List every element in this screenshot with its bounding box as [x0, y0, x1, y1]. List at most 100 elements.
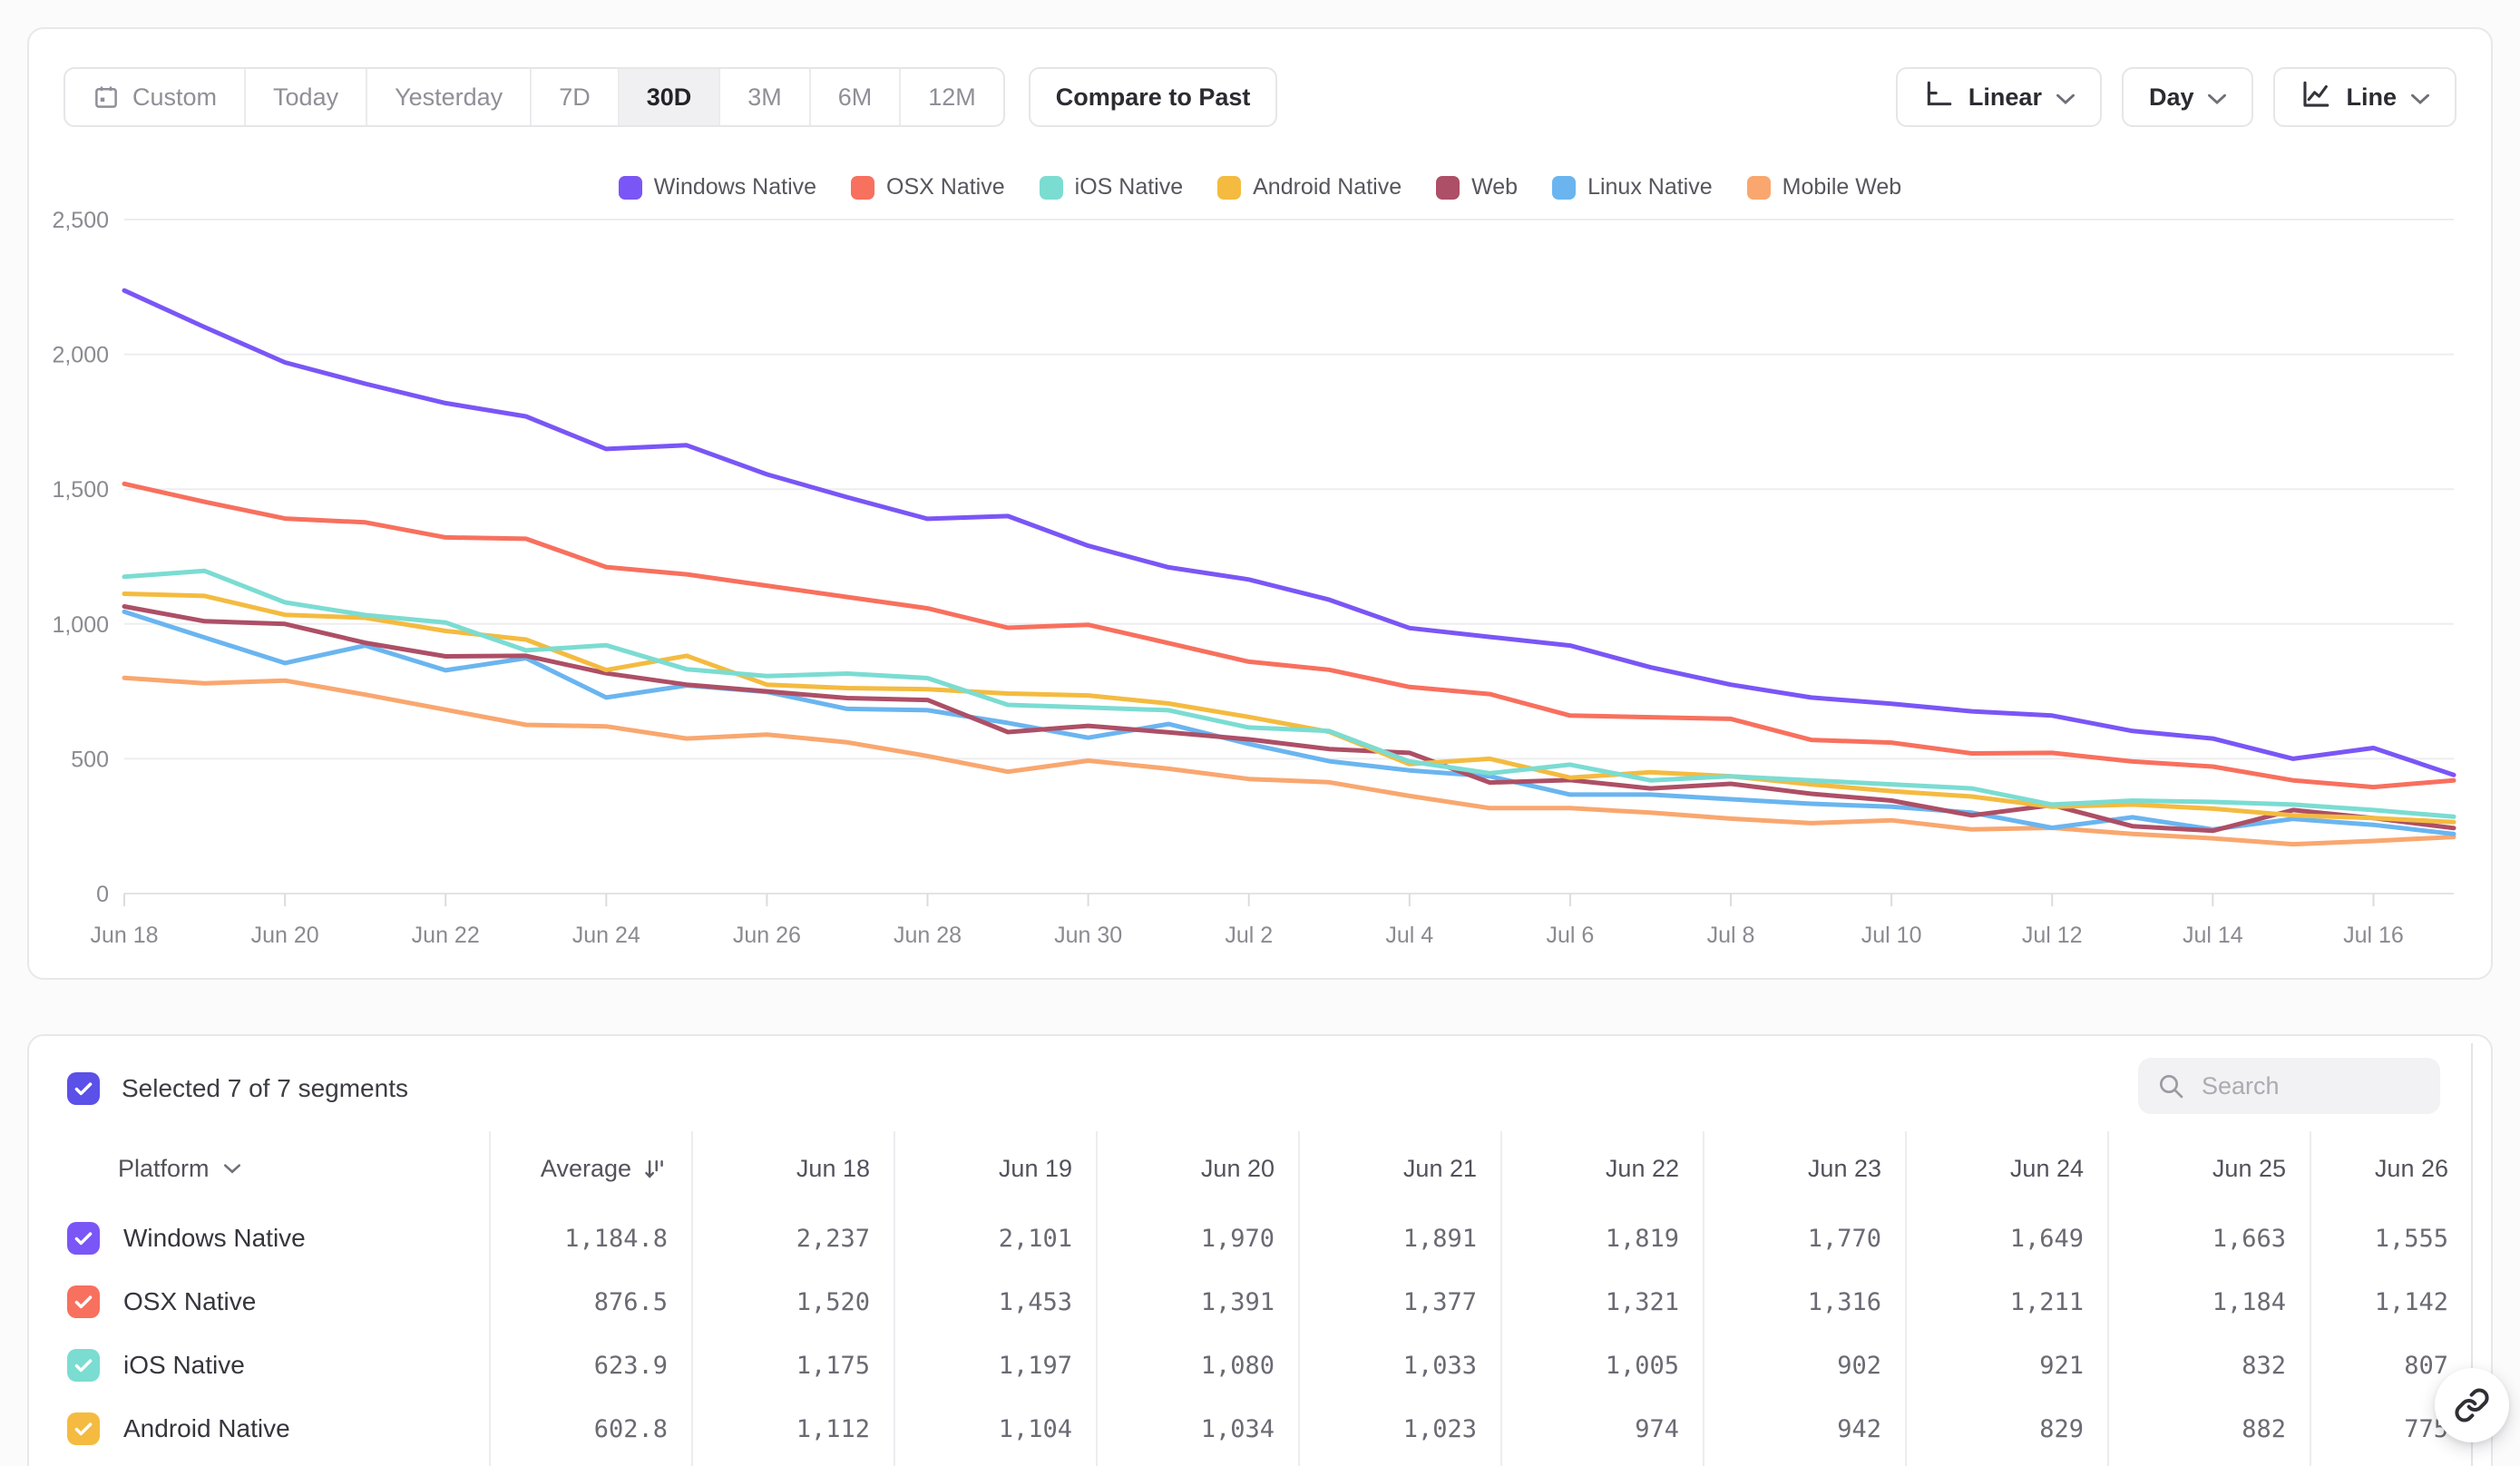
line-chart: 0 500 1,000 1,500 2,000 2,500 Jun 18 Jun 20 Jun … [29, 29, 2495, 982]
value-cell: 1,391 [1096, 1288, 1298, 1316]
column-divider [2310, 1131, 2311, 1466]
table-row-ios-native: iOS Native623.91,1751,1971,0801,0331,005… [29, 1334, 2491, 1397]
x-axis-label: Jun 28 [894, 923, 962, 948]
x-axis-label: Jul 2 [1225, 923, 1273, 948]
check-icon [72, 1290, 95, 1314]
column-divider [691, 1131, 693, 1466]
x-axis-label: Jun 20 [251, 923, 319, 948]
value-cell: 1,649 [1905, 1225, 2107, 1253]
value-cell: 832 [2107, 1352, 2310, 1380]
value-cell: 1,453 [894, 1288, 1096, 1316]
analytics-dashboard: CustomTodayYesterday7D30D3M6M12M Compare… [0, 0, 2520, 1466]
value-cell: 1,377 [1298, 1288, 1500, 1316]
column-header-jun-18[interactable]: Jun 18 [691, 1155, 894, 1183]
value-cell: 829 [1905, 1415, 2107, 1443]
value-cell: 807 [2310, 1352, 2472, 1380]
column-divider [1703, 1131, 1704, 1466]
x-axis-label: Jul 12 [2022, 923, 2083, 948]
column-header-jun-26[interactable]: Jun 26 [2310, 1155, 2472, 1183]
table-row-android-native: Android Native602.81,1121,1041,0341,0239… [29, 1397, 2491, 1461]
column-divider [1905, 1131, 1907, 1466]
value-cell: 921 [1905, 1352, 2107, 1380]
column-divider [1096, 1131, 1098, 1466]
sort-descending-icon [642, 1157, 668, 1182]
value-cell: 1,184 [2107, 1288, 2310, 1316]
value-cell: 2,101 [894, 1225, 1096, 1253]
value-cell: 1,555 [2310, 1225, 2472, 1253]
platform-label: Windows Native [123, 1224, 306, 1253]
column-divider [1298, 1131, 1300, 1466]
value-cell: 1,112 [691, 1415, 894, 1443]
value-cell: 1,197 [894, 1352, 1096, 1380]
value-cell: 1,033 [1298, 1352, 1500, 1380]
value-cell: 876.5 [489, 1288, 691, 1316]
select-all-checkbox[interactable] [67, 1072, 100, 1105]
column-divider [894, 1131, 895, 1466]
column-header-jun-19[interactable]: Jun 19 [894, 1155, 1096, 1183]
y-axis-label: 2,500 [52, 208, 109, 233]
y-axis-label: 1,000 [52, 612, 109, 638]
value-cell: 1,211 [1905, 1288, 2107, 1316]
selected-summary: Selected 7 of 7 segments [122, 1072, 408, 1105]
value-cell: 1,175 [691, 1352, 894, 1380]
x-axis-label: Jun 24 [572, 923, 640, 948]
chevron-down-icon [224, 1164, 240, 1174]
value-cell: 1,321 [1500, 1288, 1703, 1316]
value-cell: 2,237 [691, 1225, 894, 1253]
y-axis-label: 500 [71, 747, 109, 772]
table-row-osx-native: OSX Native876.51,5201,4531,3911,3771,321… [29, 1270, 2491, 1334]
row-checkbox[interactable] [67, 1285, 100, 1318]
table-header-row: PlatformAverageJun 18Jun 19Jun 20Jun 21J… [29, 1131, 2491, 1207]
x-axis-label: Jul 10 [1861, 923, 1922, 948]
column-header-jun-23[interactable]: Jun 23 [1703, 1155, 1905, 1183]
search-input[interactable] [2200, 1071, 2422, 1101]
value-cell: 1,970 [1096, 1225, 1298, 1253]
value-cell: 1,005 [1500, 1352, 1703, 1380]
value-cell: 1,104 [894, 1415, 1096, 1443]
column-header-label: Platform [118, 1155, 210, 1183]
value-cell: 1,891 [1298, 1225, 1500, 1253]
x-axis-label: Jun 18 [90, 923, 158, 948]
row-checkbox[interactable] [67, 1222, 100, 1255]
column-header-jun-24[interactable]: Jun 24 [1905, 1155, 2107, 1183]
value-cell: 1,142 [2310, 1288, 2472, 1316]
column-header-platform[interactable]: Platform [29, 1155, 489, 1183]
x-axis-label: Jul 4 [1385, 923, 1433, 948]
column-header-average[interactable]: Average [489, 1155, 691, 1183]
y-axis-label: 1,500 [52, 477, 109, 503]
search-box [2138, 1058, 2440, 1114]
series-line-web [124, 607, 2454, 831]
link-icon [2454, 1387, 2490, 1423]
column-header-jun-22[interactable]: Jun 22 [1500, 1155, 1703, 1183]
check-icon [72, 1227, 95, 1250]
column-divider [2107, 1131, 2109, 1466]
y-axis-label: 0 [96, 882, 109, 907]
column-divider [489, 1131, 491, 1466]
column-header-label: Average [541, 1155, 631, 1183]
column-header-jun-20[interactable]: Jun 20 [1096, 1155, 1298, 1183]
value-cell: 623.9 [489, 1352, 691, 1380]
table-rows: Windows Native 1,184.82,2372,1011,9701,89… [29, 1207, 2491, 1461]
value-cell: 1,184.8 [489, 1225, 691, 1253]
row-checkbox[interactable] [67, 1349, 100, 1382]
platform-label: Android Native [123, 1414, 290, 1443]
column-header-jun-21[interactable]: Jun 21 [1298, 1155, 1500, 1183]
search-icon [2156, 1071, 2185, 1100]
check-icon [72, 1417, 95, 1441]
share-link-button[interactable] [2435, 1368, 2509, 1442]
value-cell: 942 [1703, 1415, 1905, 1443]
column-header-jun-25[interactable]: Jun 25 [2107, 1155, 2310, 1183]
y-axis-label: 2,000 [52, 343, 109, 368]
value-cell: 1,663 [2107, 1225, 2310, 1253]
value-cell: 1,080 [1096, 1352, 1298, 1380]
column-divider [1500, 1131, 1502, 1466]
x-axis-label: Jul 14 [2183, 923, 2243, 948]
row-checkbox[interactable] [67, 1412, 100, 1445]
x-axis-label: Jun 26 [733, 923, 801, 948]
value-cell: 1,316 [1703, 1288, 1905, 1316]
x-axis-label: Jul 16 [2343, 923, 2404, 948]
series-line-windows-native [124, 290, 2454, 775]
check-icon [72, 1354, 95, 1377]
platform-label: OSX Native [123, 1287, 256, 1316]
x-axis-label: Jun 30 [1054, 923, 1122, 948]
